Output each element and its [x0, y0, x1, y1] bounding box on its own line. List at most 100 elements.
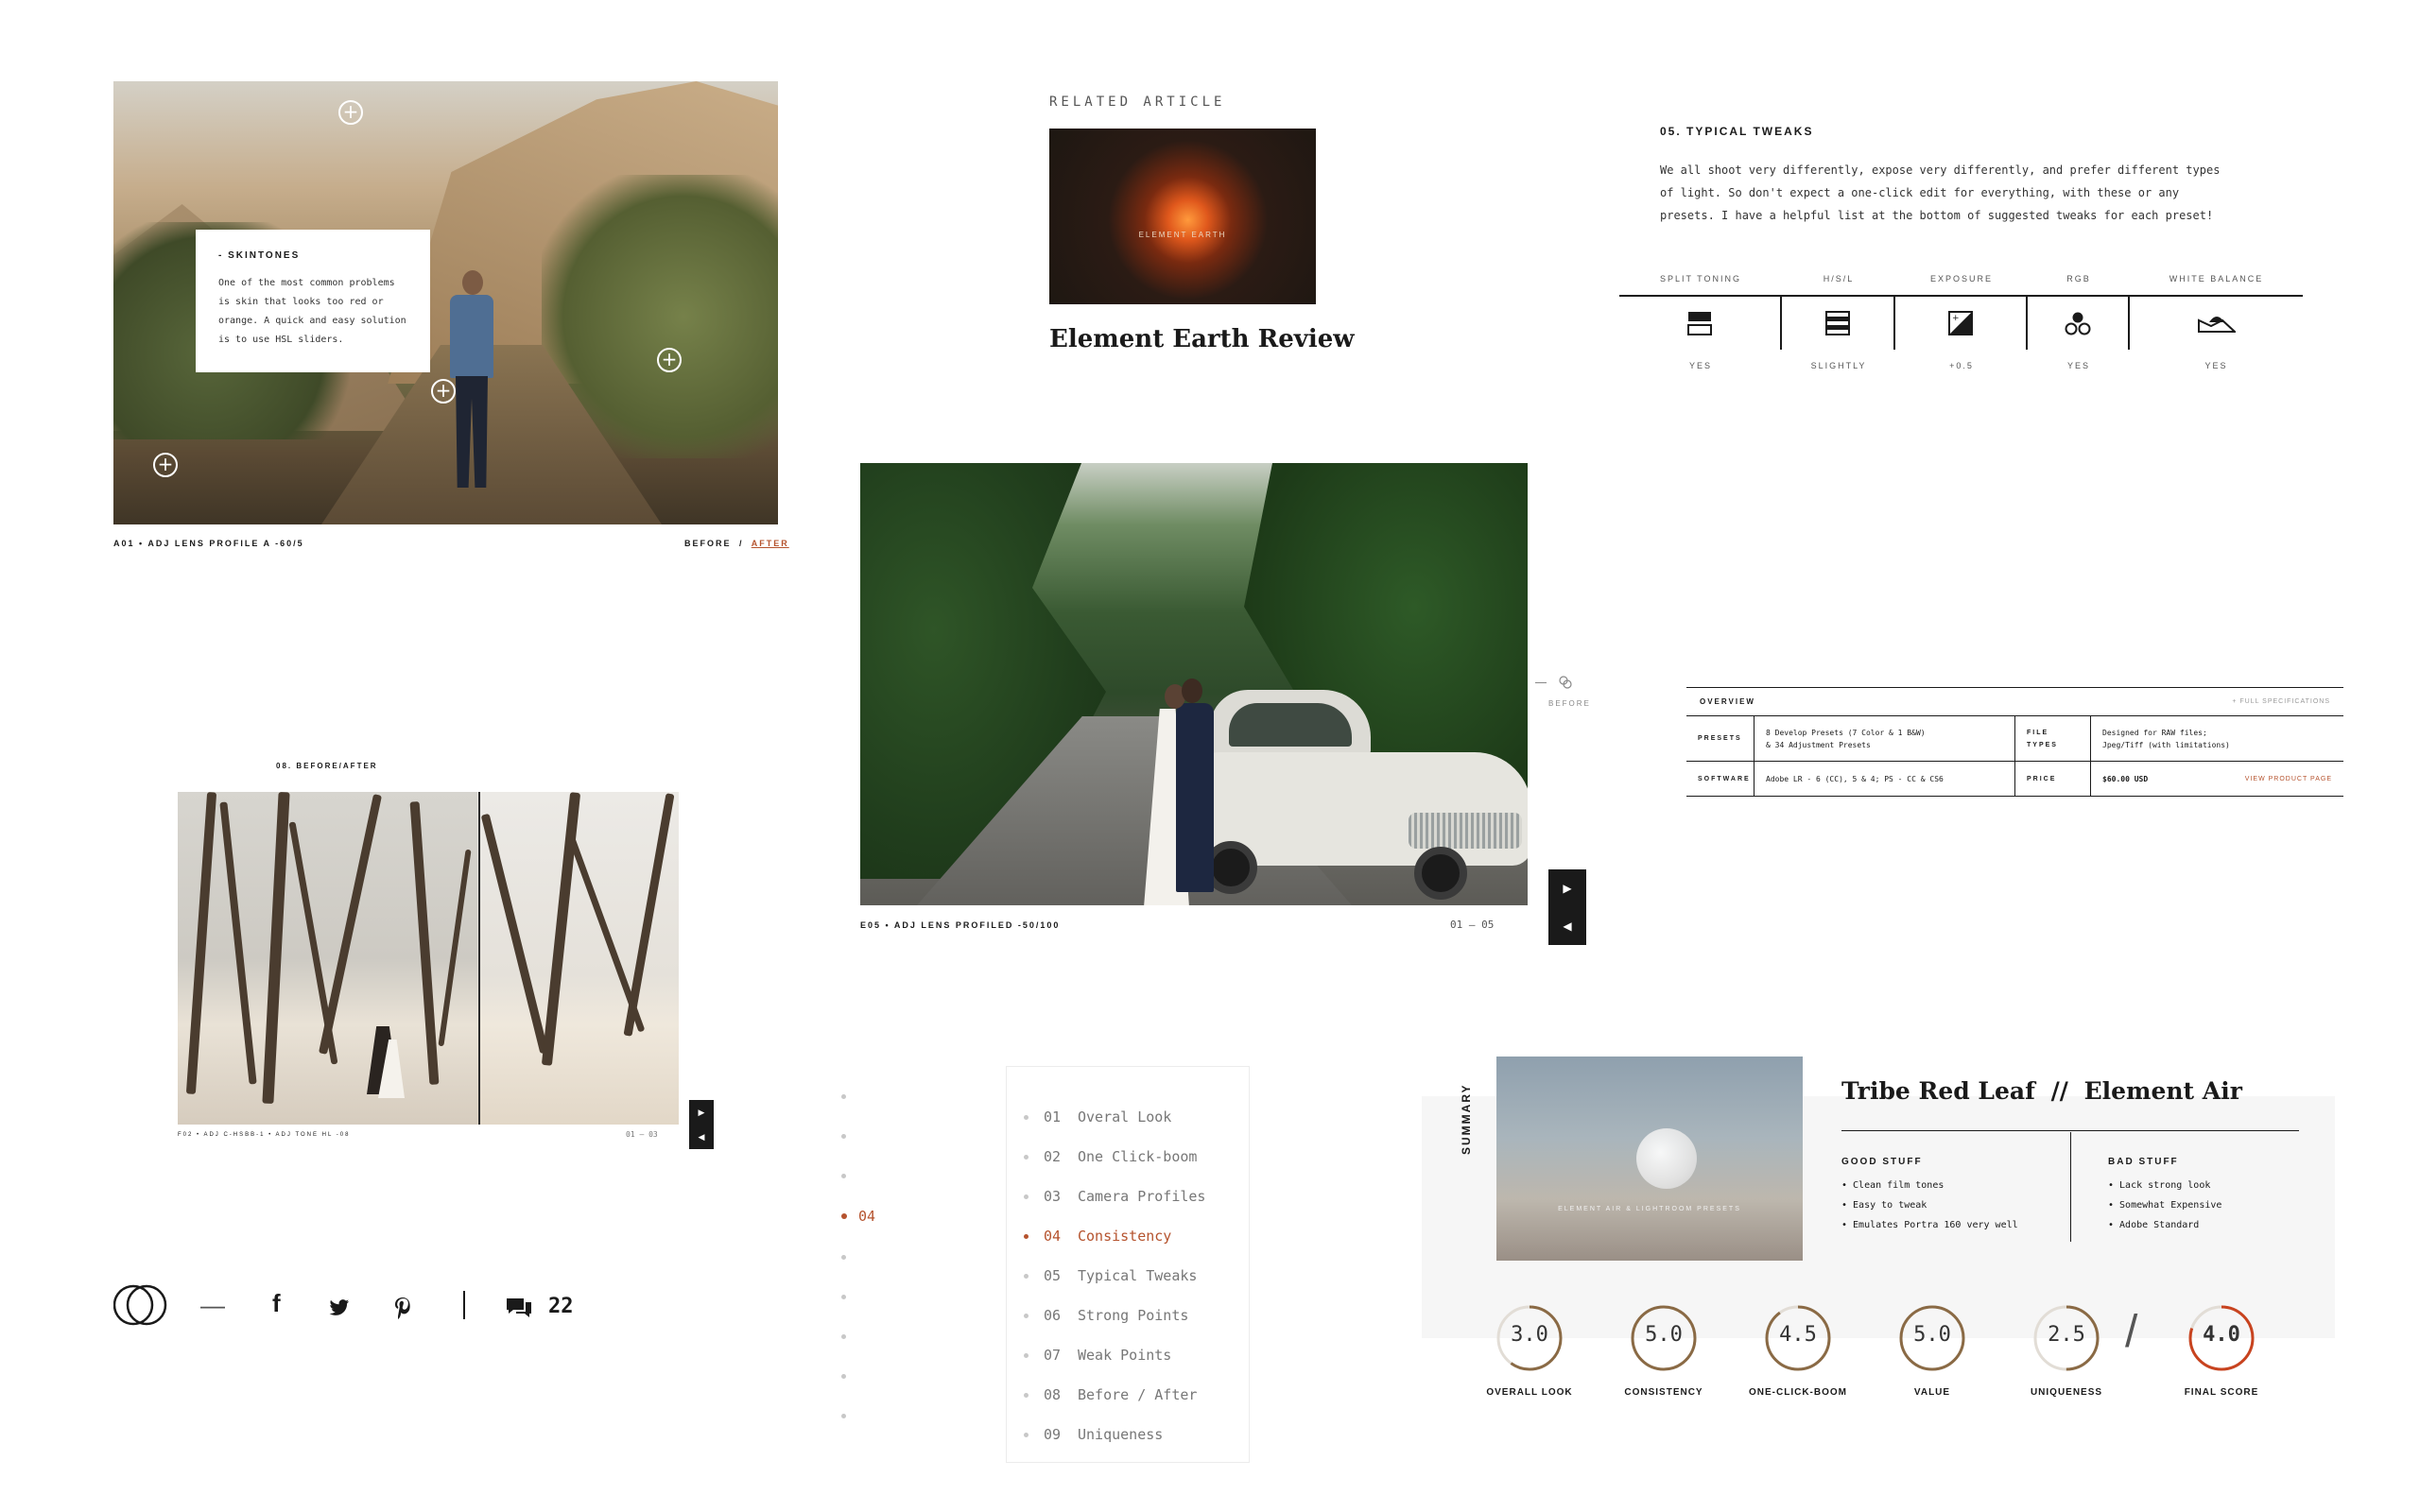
before-after-photo[interactable] — [178, 792, 679, 1125]
related-article-title[interactable]: Element Earth Review — [1049, 325, 1355, 353]
section-dot[interactable] — [841, 1374, 846, 1379]
before-after-caption: F02 • ADJ C-HSBB-1 • ADJ TONE HL -08 — [178, 1132, 351, 1138]
section-dot[interactable] — [841, 1255, 846, 1260]
software-label: SOFTWARE — [1686, 762, 1754, 796]
score-value: 3.0 — [1511, 1323, 1548, 1347]
prev-arrow-button[interactable]: ◀ — [1548, 907, 1586, 945]
section-dot[interactable] — [841, 1094, 846, 1099]
tweak-col-label: EXPOSURE — [1929, 274, 1993, 284]
before-after-toggle[interactable]: BEFORE / AFTER — [684, 539, 789, 548]
section-dot[interactable] — [841, 1334, 846, 1339]
hotspot-plus-icon[interactable]: + — [657, 348, 682, 372]
toc-item[interactable]: 03 Camera Profiles — [1007, 1177, 1249, 1216]
price-label: PRICE — [2015, 762, 2091, 796]
file-types-value: Designed for RAW files; — [2102, 728, 2207, 737]
section-indicator: 04 — [838, 1094, 875, 1453]
tweak-col-value: +0.5 — [1949, 361, 1974, 370]
compare-slider-handle[interactable] — [478, 792, 480, 1125]
section-dot[interactable] — [841, 1414, 846, 1418]
hotspot-plus-icon[interactable]: + — [338, 100, 363, 125]
score-value: 2.5 — [2048, 1323, 2085, 1347]
tweaks-body: We all shoot very differently, expose ve… — [1660, 163, 2221, 222]
view-product-link[interactable]: VIEW PRODUCT PAGE — [2245, 773, 2332, 785]
summary-title-separator: // — [2050, 1077, 2068, 1105]
good-item: • Emulates Portra 160 very well — [1841, 1220, 2018, 1230]
score-value: 5.0 — [1913, 1323, 1951, 1347]
file-types-value: Jpeg/Tiff (with limitations) — [2102, 740, 2230, 749]
before-after-counter: 01 — 03 — [626, 1130, 658, 1139]
score-value: 4.5 — [1779, 1323, 1817, 1347]
compare-icon — [1559, 676, 1572, 689]
before-link[interactable]: BEFORE — [684, 539, 732, 548]
toc-item[interactable]: 08 Before / After — [1007, 1375, 1249, 1415]
score-label: VALUE — [1913, 1387, 1951, 1398]
table-of-contents: 01 Overal Look 02 One Click-boom 03 Camera … — [1006, 1066, 1250, 1463]
section-dot[interactable] — [841, 1134, 846, 1139]
summary-title-left: Tribe Red Leaf — [1841, 1077, 2035, 1105]
score-label: ONE-CLICK-BOOM — [1749, 1387, 1847, 1398]
full-specs-link[interactable]: + FULL SPECIFICATIONS — [2232, 698, 2330, 705]
facebook-icon[interactable]: f — [272, 1289, 281, 1318]
section-dot[interactable] — [841, 1174, 846, 1178]
hotspot-plus-icon[interactable]: + — [431, 379, 456, 404]
preset-logo-icon — [1636, 1128, 1697, 1189]
software-value: Adobe LR - 6 (CC), 5 & 4; PS - CC & CS6 — [1754, 762, 2015, 796]
summary-image: ELEMENT AIR & LIGHTROOM PRESETS — [1496, 1057, 1803, 1261]
brand-logo-icon[interactable] — [113, 1283, 170, 1327]
good-stuff: GOOD STUFF • Clean film tones • Easy to … — [1841, 1157, 2018, 1230]
related-article-image[interactable]: ELEMENT EARTH — [1049, 129, 1316, 304]
toc-item[interactable]: 02 One Click-boom — [1007, 1137, 1249, 1177]
tweak-col-label: H/S/L — [1823, 274, 1855, 284]
exposure-icon: + — [1895, 297, 2028, 350]
score-final: 4.0 FINAL SCORE — [2185, 1304, 2257, 1398]
toc-item[interactable]: 01 Overal Look — [1007, 1097, 1249, 1137]
bad-stuff: BAD STUFF • Lack strong look • Somewhat … — [2108, 1157, 2221, 1230]
presets-value: 8 Develop Presets (7 Color & 1 B&W) — [1766, 728, 1926, 737]
score-value: 4.0 — [2203, 1323, 2240, 1347]
bad-item: • Lack strong look — [2108, 1180, 2211, 1191]
bad-item: • Somewhat Expensive — [2108, 1200, 2222, 1211]
share-divider — [463, 1291, 465, 1319]
tweak-col-value: YES — [2066, 361, 2090, 370]
prev-arrow-button[interactable]: ◀ — [689, 1125, 714, 1149]
comments-count[interactable]: 22 — [548, 1295, 574, 1318]
summary-side-label: SUMMARY — [1460, 1083, 1473, 1155]
next-arrow-button[interactable]: ▶ — [689, 1100, 714, 1125]
bad-stuff-heading: BAD STUFF — [2108, 1157, 2179, 1167]
after-link[interactable]: AFTER — [752, 539, 789, 548]
twitter-icon[interactable] — [329, 1298, 350, 1317]
score-consistency: 5.0 CONSISTENCY — [1624, 1304, 1703, 1398]
tweaks-table: SPLIT TONING H/S/L EXPOSURE RGB WHITE BA… — [1619, 274, 2303, 370]
toc-item[interactable]: 06 Strong Points — [1007, 1296, 1249, 1335]
summary-title-rule — [1841, 1130, 2299, 1131]
car-caption: E05 • ADJ LENS PROFILED -50/100 — [860, 920, 1061, 930]
good-item: • Clean film tones — [1841, 1180, 1945, 1191]
price-value: $60.00 USD — [2102, 774, 2149, 783]
toc-item-active[interactable]: 04 Consistency — [1007, 1216, 1249, 1256]
score-value-rating: 5.0 VALUE — [1898, 1304, 1966, 1398]
hotspot-plus-icon[interactable]: + — [153, 453, 178, 477]
score-label: CONSISTENCY — [1624, 1387, 1703, 1398]
pinterest-icon[interactable] — [393, 1297, 412, 1319]
toc-item[interactable]: 09 Uniqueness — [1007, 1415, 1249, 1454]
section-dot-active[interactable]: 04 — [838, 1208, 875, 1225]
tooltip-body: One of the most common problems is skin … — [218, 278, 406, 345]
section-dot[interactable] — [841, 1295, 846, 1299]
summary-image-caption: ELEMENT AIR & LIGHTROOM PRESETS — [1558, 1206, 1741, 1212]
tweak-col-value: YES — [2204, 361, 2228, 370]
car-before-label: BEFORE — [1548, 699, 1591, 708]
share-dash: — — [200, 1291, 225, 1319]
car-counter: 01 — 05 — [1450, 919, 1495, 931]
score-uniqueness: 2.5 UNIQUENESS — [2031, 1304, 2101, 1398]
next-arrow-button[interactable]: ▶ — [1548, 869, 1586, 907]
summary-title-right: Element Air — [2083, 1077, 2242, 1105]
toc-item[interactable]: 05 Typical Tweaks — [1007, 1256, 1249, 1296]
comments-icon[interactable] — [505, 1297, 533, 1317]
overview-table: OVERVIEW + FULL SPECIFICATIONS PRESETS 8… — [1686, 687, 2343, 797]
toggle-separator: / — [739, 539, 744, 548]
related-label: RELATED ARTICLE — [1049, 94, 1226, 110]
active-section-number: 04 — [858, 1208, 876, 1225]
score-one-click-boom: 4.5 ONE-CLICK-BOOM — [1749, 1304, 1846, 1398]
toc-item[interactable]: 07 Weak Points — [1007, 1335, 1249, 1375]
skintones-caption: A01 • ADJ LENS PROFILE A -60/5 — [113, 539, 304, 548]
